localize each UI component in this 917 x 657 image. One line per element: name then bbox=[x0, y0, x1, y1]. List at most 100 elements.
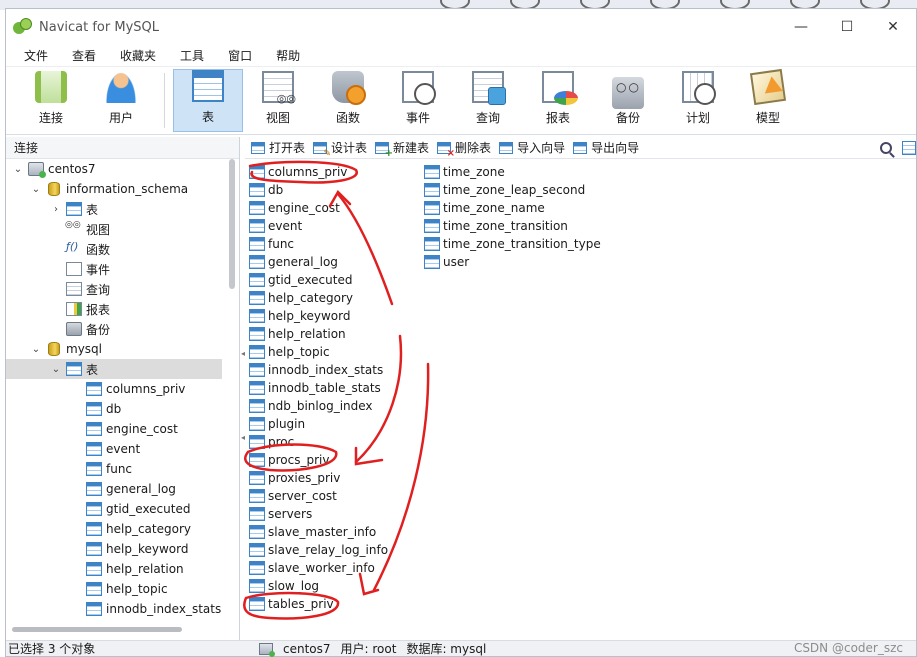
menu-view[interactable]: 查看 bbox=[60, 47, 108, 64]
object-toolbar-button-3[interactable]: 删除表 bbox=[437, 139, 491, 159]
table-list: columns_priv db engine_cost event func genera… bbox=[245, 159, 916, 629]
chevron-right-icon[interactable]: › bbox=[50, 204, 62, 215]
table-item[interactable]: proc bbox=[249, 433, 388, 451]
menu-tools[interactable]: 工具 bbox=[168, 47, 216, 64]
toolbar-model-label: 模型 bbox=[755, 111, 780, 125]
table-item[interactable]: help_category bbox=[249, 289, 388, 307]
object-toolbar-button-2[interactable]: 新建表 bbox=[375, 139, 429, 159]
toolbar-event-button[interactable]: 事件 bbox=[383, 69, 453, 132]
table-item[interactable]: engine_cost bbox=[249, 199, 388, 217]
tree-vertical-scrollbar[interactable] bbox=[229, 159, 235, 289]
tree-node-func[interactable]: 函数 bbox=[6, 239, 239, 259]
tree-node-table[interactable]: general_log bbox=[6, 479, 239, 499]
table-item[interactable]: help_keyword bbox=[249, 307, 388, 325]
menu-favorites[interactable]: 收藏夹 bbox=[108, 47, 168, 64]
chevron-down-icon[interactable]: ⌄ bbox=[50, 364, 62, 375]
tree-node-table[interactable]: db bbox=[6, 399, 239, 419]
toolbar-function-button[interactable]: 函数 bbox=[313, 69, 383, 132]
tree-node-table[interactable]: › 表 bbox=[6, 199, 239, 219]
table-item[interactable]: func bbox=[249, 235, 388, 253]
tree-node-label: 报表 bbox=[86, 302, 111, 317]
tree-node-table[interactable]: help_relation bbox=[6, 559, 239, 579]
toolbar-report-button[interactable]: 报表 bbox=[523, 69, 593, 132]
toolbar-connection-button[interactable]: 连接 bbox=[16, 69, 86, 132]
table-item[interactable]: time_zone_transition bbox=[424, 217, 601, 235]
table-item[interactable]: time_zone_name bbox=[424, 199, 601, 217]
menu-window[interactable]: 窗口 bbox=[216, 47, 264, 64]
tree-node-table[interactable]: ⌄ 表 bbox=[6, 359, 222, 379]
maximize-button[interactable]: ☐ bbox=[824, 9, 870, 45]
table-item[interactable]: general_log bbox=[249, 253, 388, 271]
tree-node-query[interactable]: 查询 bbox=[6, 279, 239, 299]
watermark: CSDN @coder_szc bbox=[793, 641, 903, 655]
close-button[interactable]: ✕ bbox=[870, 9, 916, 45]
menu-help[interactable]: 帮助 bbox=[264, 47, 312, 64]
table-item[interactable]: columns_priv bbox=[249, 163, 388, 181]
tree-node-view[interactable]: 视图 bbox=[6, 219, 239, 239]
tree-node-table[interactable]: engine_cost bbox=[6, 419, 239, 439]
table-item[interactable]: slave_relay_log_info bbox=[249, 541, 388, 559]
object-toolbar-button-5[interactable]: 导出向导 bbox=[573, 139, 639, 156]
table-item[interactable]: proxies_priv bbox=[249, 469, 388, 487]
chevron-down-icon[interactable]: ⌄ bbox=[12, 164, 24, 175]
table-icon bbox=[249, 561, 265, 575]
toolbar-user-button[interactable]: 用户 bbox=[86, 69, 156, 132]
tree-node-server[interactable]: ⌄ centos7 bbox=[6, 159, 239, 179]
tree-node-db[interactable]: ⌄ information_schema bbox=[6, 179, 239, 199]
report-icon bbox=[542, 71, 578, 105]
object-toolbar: 打开表 设计表 新建表 删除表 导入向导 导出向导 bbox=[245, 137, 916, 159]
toolbar-model-button[interactable]: 模型 bbox=[733, 68, 803, 132]
toolbar-view-button[interactable]: 视图 bbox=[243, 69, 313, 132]
table-item-label: help_keyword bbox=[268, 309, 351, 323]
tree-node-table[interactable]: columns_priv bbox=[6, 379, 239, 399]
table-item[interactable]: help_relation bbox=[249, 325, 388, 343]
tree-node-table[interactable]: help_keyword bbox=[6, 539, 239, 559]
tree-node-table[interactable]: help_topic bbox=[6, 579, 239, 599]
table-item[interactable]: user bbox=[424, 253, 601, 271]
toolbar-table-button[interactable]: 表 bbox=[173, 69, 243, 132]
tree-node-table[interactable]: gtid_executed bbox=[6, 499, 239, 519]
search-icon[interactable] bbox=[880, 142, 892, 154]
table-item[interactable]: servers bbox=[249, 505, 388, 523]
table-icon bbox=[86, 542, 102, 556]
table-item[interactable]: event bbox=[249, 217, 388, 235]
menu-file[interactable]: 文件 bbox=[12, 47, 60, 64]
object-toolbar-button-4[interactable]: 导入向导 bbox=[499, 139, 565, 156]
table-item[interactable]: time_zone_leap_second bbox=[424, 181, 601, 199]
tree-node-event[interactable]: 事件 bbox=[6, 259, 239, 279]
toolbar-query-button[interactable]: 查询 bbox=[453, 69, 523, 132]
table-item[interactable]: server_cost bbox=[249, 487, 388, 505]
tree-horizontal-scrollbar[interactable] bbox=[12, 627, 182, 632]
object-toolbar-button-0[interactable]: 打开表 bbox=[251, 139, 305, 156]
chevron-down-icon[interactable]: ⌄ bbox=[30, 344, 42, 355]
tree-node-table[interactable]: help_category bbox=[6, 519, 239, 539]
table-item[interactable]: help_topic bbox=[249, 343, 388, 361]
table-item[interactable]: innodb_table_stats bbox=[249, 379, 388, 397]
tree-node-backup[interactable]: 备份 bbox=[6, 319, 239, 339]
table-item[interactable]: gtid_executed bbox=[249, 271, 388, 289]
table-item[interactable]: slow_log bbox=[249, 577, 388, 595]
tree-node-table[interactable]: func bbox=[6, 459, 239, 479]
table-item[interactable]: db bbox=[249, 181, 388, 199]
table-item[interactable]: slave_worker_info bbox=[249, 559, 388, 577]
toolbar-backup-button[interactable]: 备份 bbox=[593, 69, 663, 132]
table-icon bbox=[66, 362, 82, 376]
table-item[interactable]: innodb_index_stats bbox=[249, 361, 388, 379]
table-item[interactable]: tables_priv bbox=[249, 595, 388, 613]
table-item[interactable]: procs_priv bbox=[249, 451, 388, 469]
object-toolbar-button-1[interactable]: 设计表 bbox=[313, 139, 367, 159]
table-item[interactable]: time_zone bbox=[424, 163, 601, 181]
tree-node-table[interactable]: innodb_index_stats bbox=[6, 599, 239, 619]
tree-node-report[interactable]: 报表 bbox=[6, 299, 239, 319]
table-icon bbox=[249, 363, 265, 377]
tree-node-db[interactable]: ⌄ mysql bbox=[6, 339, 239, 359]
minimize-button[interactable]: — bbox=[778, 9, 824, 45]
toolbar-schedule-button[interactable]: 计划 bbox=[663, 69, 733, 132]
table-item[interactable]: plugin bbox=[249, 415, 388, 433]
chevron-down-icon[interactable]: ⌄ bbox=[30, 184, 42, 195]
table-item[interactable]: slave_master_info bbox=[249, 523, 388, 541]
grid-view-icon[interactable] bbox=[902, 141, 916, 155]
table-item[interactable]: ndb_binlog_index bbox=[249, 397, 388, 415]
table-item[interactable]: time_zone_transition_type bbox=[424, 235, 601, 253]
tree-node-table[interactable]: event bbox=[6, 439, 239, 459]
